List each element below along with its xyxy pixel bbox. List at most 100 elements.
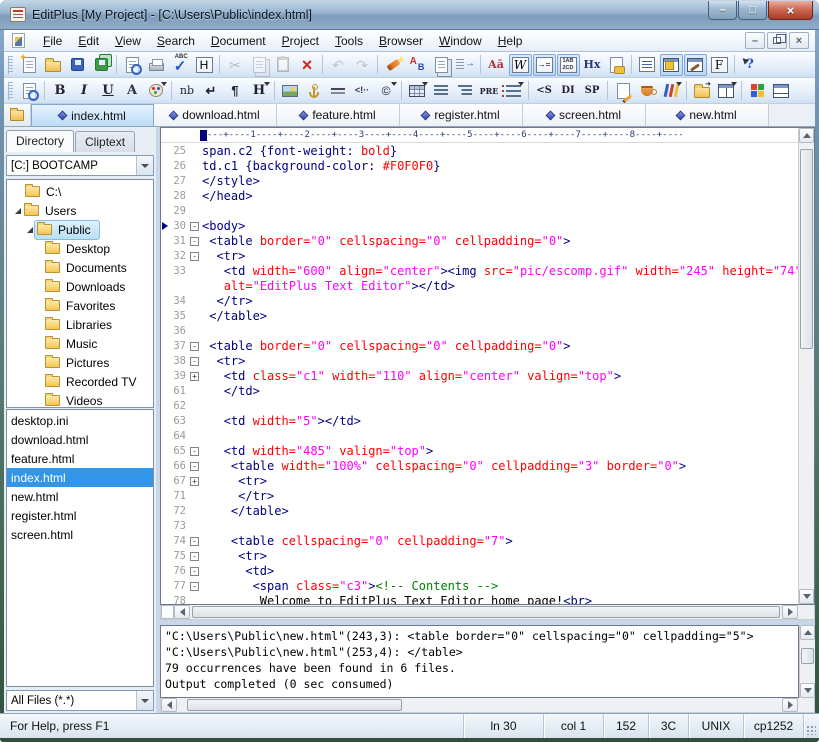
code-line[interactable]: 38- <tr> xyxy=(161,354,798,369)
menu-document[interactable]: Document xyxy=(203,31,274,51)
toolbar-grip[interactable] xyxy=(8,82,13,100)
menu-file[interactable]: File xyxy=(35,31,70,51)
panel-tab-cliptext[interactable]: Cliptext xyxy=(75,131,135,152)
div-align-right-button[interactable] xyxy=(454,80,477,102)
strikethrough-button[interactable]: <S xyxy=(533,80,556,102)
scroll-thumb[interactable] xyxy=(192,606,780,618)
hex-view-button[interactable]: Hx xyxy=(581,54,604,76)
scroll-up-button[interactable] xyxy=(800,625,815,640)
file-item-new.html[interactable]: new.html xyxy=(7,487,153,506)
fold-collapse-icon[interactable]: - xyxy=(190,537,199,546)
chevron-down-icon[interactable] xyxy=(136,156,153,175)
file-item-screen.html[interactable]: screen.html xyxy=(7,525,153,544)
full-screen-button[interactable]: F xyxy=(708,54,731,76)
tab-list-button[interactable] xyxy=(4,104,31,126)
scroll-thumb[interactable] xyxy=(187,699,402,711)
window-layout-button[interactable] xyxy=(715,80,738,102)
split-view-button[interactable] xyxy=(770,80,793,102)
code-line[interactable]: 35 </table> xyxy=(161,309,798,324)
dropdown-arrow-icon[interactable] xyxy=(676,82,682,86)
print-button[interactable] xyxy=(145,54,168,76)
dropdown-arrow-icon[interactable] xyxy=(161,82,167,86)
expand-arrow-icon[interactable] xyxy=(27,227,33,233)
fold-collapse-icon[interactable]: - xyxy=(190,462,199,471)
file-item-index.html[interactable]: index.html xyxy=(7,468,153,487)
print-preview-button[interactable] xyxy=(121,54,144,76)
color-picker-button[interactable] xyxy=(660,80,683,102)
fold-collapse-icon[interactable]: - xyxy=(190,552,199,561)
tree-item-favorites[interactable]: Favorites xyxy=(7,296,153,315)
drive-selector[interactable]: [C:] BOOTCAMP xyxy=(6,155,154,176)
code-line[interactable]: 33 <td width="600" align="center"><img s… xyxy=(161,264,798,279)
dropdown-arrow-icon[interactable] xyxy=(731,82,737,86)
insert-list-button[interactable] xyxy=(502,80,525,102)
system-colors-button[interactable] xyxy=(746,80,769,102)
fold-collapse-icon[interactable]: - xyxy=(190,582,199,591)
fold-collapse-icon[interactable]: - xyxy=(190,342,199,351)
tree-item-downloads[interactable]: Downloads xyxy=(7,277,153,296)
code-line[interactable]: 34 </tr> xyxy=(161,294,798,309)
close-button[interactable]: × xyxy=(768,1,813,20)
file-item-desktop.ini[interactable]: desktop.ini xyxy=(7,411,153,430)
goto-line-button[interactable] xyxy=(454,54,477,76)
code-line[interactable]: 64 xyxy=(161,429,798,444)
scroll-down-button[interactable] xyxy=(800,683,815,698)
tree-item-music[interactable]: Music xyxy=(7,334,153,353)
code-editor[interactable]: 25span.c2 {font-weight: bold}26td.c1 {ba… xyxy=(161,143,798,604)
document-properties-button[interactable] xyxy=(605,54,628,76)
tree-item-recorded-tv[interactable]: Recorded TV xyxy=(7,372,153,391)
code-line[interactable]: 63 <td width="5"></td> xyxy=(161,414,798,429)
menu-browser[interactable]: Browser xyxy=(371,31,431,51)
insert-sp-button[interactable]: SP xyxy=(581,80,604,102)
line-break-button[interactable]: ↵ xyxy=(200,80,223,102)
code-line[interactable]: 36 xyxy=(161,324,798,339)
line-numbers-toggle[interactable]: 1AB2CD xyxy=(557,54,580,76)
bold-button[interactable]: B xyxy=(49,80,72,102)
menu-window[interactable]: Window xyxy=(431,31,490,51)
browser-preview-button[interactable] xyxy=(18,80,41,102)
tab-screen.html[interactable]: screen.html xyxy=(523,104,646,126)
menu-tools[interactable]: Tools xyxy=(327,31,371,51)
context-help-button[interactable]: ? xyxy=(739,54,762,76)
scroll-right-button[interactable] xyxy=(782,698,798,712)
replace-button[interactable]: AB xyxy=(406,54,429,76)
file-filter-dropdown[interactable]: All Files (*.*) xyxy=(6,690,154,711)
special-character-button[interactable]: © xyxy=(375,80,398,102)
menu-search[interactable]: Search xyxy=(149,31,203,51)
code-line[interactable]: 28</head> xyxy=(161,189,798,204)
preformatted-button[interactable]: PRE xyxy=(478,80,501,102)
code-line[interactable]: 71 </tr> xyxy=(161,489,798,504)
tab-feature.html[interactable]: feature.html xyxy=(277,104,400,126)
code-line[interactable]: 78 Welcome to EditPlus Text Editor home … xyxy=(161,594,798,604)
scroll-thumb[interactable] xyxy=(800,149,813,349)
delete-button[interactable]: × xyxy=(296,54,319,76)
resize-grip[interactable] xyxy=(803,714,819,738)
code-line[interactable]: 27</style> xyxy=(161,174,798,189)
code-line[interactable]: 32- <tr> xyxy=(161,249,798,264)
fold-expand-icon[interactable]: + xyxy=(190,372,199,381)
paragraph-button[interactable]: ¶ xyxy=(224,80,247,102)
fold-collapse-icon[interactable]: - xyxy=(190,237,199,246)
file-item-feature.html[interactable]: feature.html xyxy=(7,449,153,468)
tab-index.html[interactable]: index.html xyxy=(31,104,154,126)
css-style-button[interactable] xyxy=(636,80,659,102)
find-button[interactable] xyxy=(382,54,405,76)
output-line[interactable]: "C:\Users\Public\new.html"(253,4): </tab… xyxy=(165,644,794,660)
underline-button[interactable]: U xyxy=(97,80,120,102)
split-box[interactable] xyxy=(161,605,174,619)
code-line[interactable]: 62 xyxy=(161,399,798,414)
menu-project[interactable]: Project xyxy=(274,31,327,51)
cut-button[interactable]: ✂ xyxy=(224,54,247,76)
html-comment-button[interactable]: <!·· xyxy=(351,80,374,102)
expand-arrow-icon[interactable] xyxy=(15,208,21,214)
scroll-left-button[interactable] xyxy=(161,698,177,712)
minimize-button[interactable]: – xyxy=(708,1,737,20)
code-line[interactable]: 31- <table border="0" cellspacing="0" ce… xyxy=(161,234,798,249)
redo-button[interactable]: ↷ xyxy=(351,54,374,76)
code-line[interactable]: 37- <table border="0" cellspacing="0" ce… xyxy=(161,339,798,354)
horizontal-rule-button[interactable] xyxy=(327,80,350,102)
insert-table-button[interactable] xyxy=(406,80,429,102)
output-window-toggle[interactable] xyxy=(684,54,707,76)
undo-button[interactable]: ↶ xyxy=(327,54,350,76)
fold-collapse-icon[interactable]: - xyxy=(190,567,199,576)
